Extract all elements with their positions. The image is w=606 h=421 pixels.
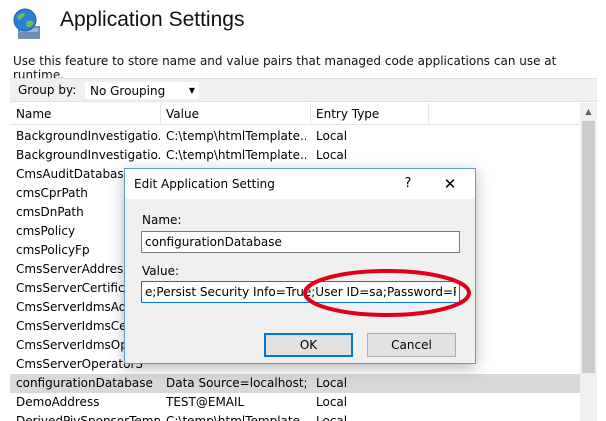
name-field[interactable]: [141, 231, 460, 253]
group-by-dropdown[interactable]: No Grouping ▼: [84, 81, 200, 100]
cell-type: Local: [316, 376, 348, 390]
table-row[interactable]: BackgroundInvestigatio... C:\temp\htmlTem…: [10, 127, 580, 146]
column-header-value[interactable]: Value: [166, 107, 199, 121]
column-header-name[interactable]: Name: [16, 107, 51, 121]
column-divider[interactable]: [160, 103, 161, 125]
column-header-row: ^ Name Value Entry Type: [10, 103, 580, 125]
cell-name: BackgroundInvestigatio...: [16, 148, 160, 162]
scroll-thumb[interactable]: [582, 121, 595, 373]
column-header-entry-type[interactable]: Entry Type: [316, 107, 379, 121]
cell-name: DemoAddress: [16, 395, 100, 409]
edit-setting-dialog: Edit Application Setting ? ✕ Name: Value…: [124, 168, 476, 364]
cell-type: Local: [316, 414, 348, 421]
cell-value: C:\temp\htmlTemplate...: [166, 414, 306, 421]
column-divider[interactable]: [428, 103, 429, 125]
group-by-toolbar: Group by: No Grouping ▼: [10, 78, 597, 102]
cell-name: DerivedPivSponsorTemp...: [16, 414, 160, 421]
table-row[interactable]: BackgroundInvestigatio... C:\temp\htmlTem…: [10, 146, 580, 165]
table-row[interactable]: configurationDatabase Data Source=localho…: [10, 374, 580, 393]
cell-name: BackgroundInvestigatio...: [16, 129, 160, 143]
sort-ascending-icon: ^: [82, 103, 90, 109]
cell-value: TEST@EMAIL: [166, 395, 245, 409]
page-title: Application Settings: [60, 8, 245, 31]
column-divider[interactable]: [310, 103, 311, 125]
cell-type: Local: [316, 395, 348, 409]
value-field[interactable]: [141, 281, 460, 303]
value-label: Value:: [142, 264, 179, 278]
cancel-button[interactable]: Cancel: [367, 333, 456, 357]
cell-name: configurationDatabase: [16, 376, 153, 390]
table-row[interactable]: DemoAddress TEST@EMAIL Local: [10, 393, 580, 412]
chevron-down-icon: ▼: [188, 86, 195, 95]
scroll-up-icon[interactable]: ▲: [580, 103, 597, 120]
group-by-label: Group by:: [18, 83, 77, 97]
page-header: Application Settings: [0, 0, 606, 46]
ok-button[interactable]: OK: [264, 333, 353, 357]
dialog-title: Edit Application Setting: [134, 177, 275, 191]
table-row[interactable]: DerivedPivSponsorTemp... C:\temp\htmlTemp…: [10, 412, 580, 421]
cell-value: C:\temp\htmlTemplate...: [166, 148, 306, 162]
cell-value: Data Source=localhost;I...: [166, 376, 306, 390]
name-label: Name:: [142, 213, 182, 227]
close-icon[interactable]: ✕: [439, 173, 461, 195]
dialog-titlebar: Edit Application Setting ? ✕: [125, 169, 475, 199]
cell-value: C:\temp\htmlTemplate...: [166, 129, 306, 143]
cell-type: Local: [316, 148, 348, 162]
help-icon[interactable]: ?: [397, 174, 419, 194]
vertical-scrollbar[interactable]: ▲: [580, 103, 597, 421]
globe-icon: [13, 8, 40, 39]
cell-type: Local: [316, 129, 348, 143]
group-by-value: No Grouping: [90, 84, 166, 98]
